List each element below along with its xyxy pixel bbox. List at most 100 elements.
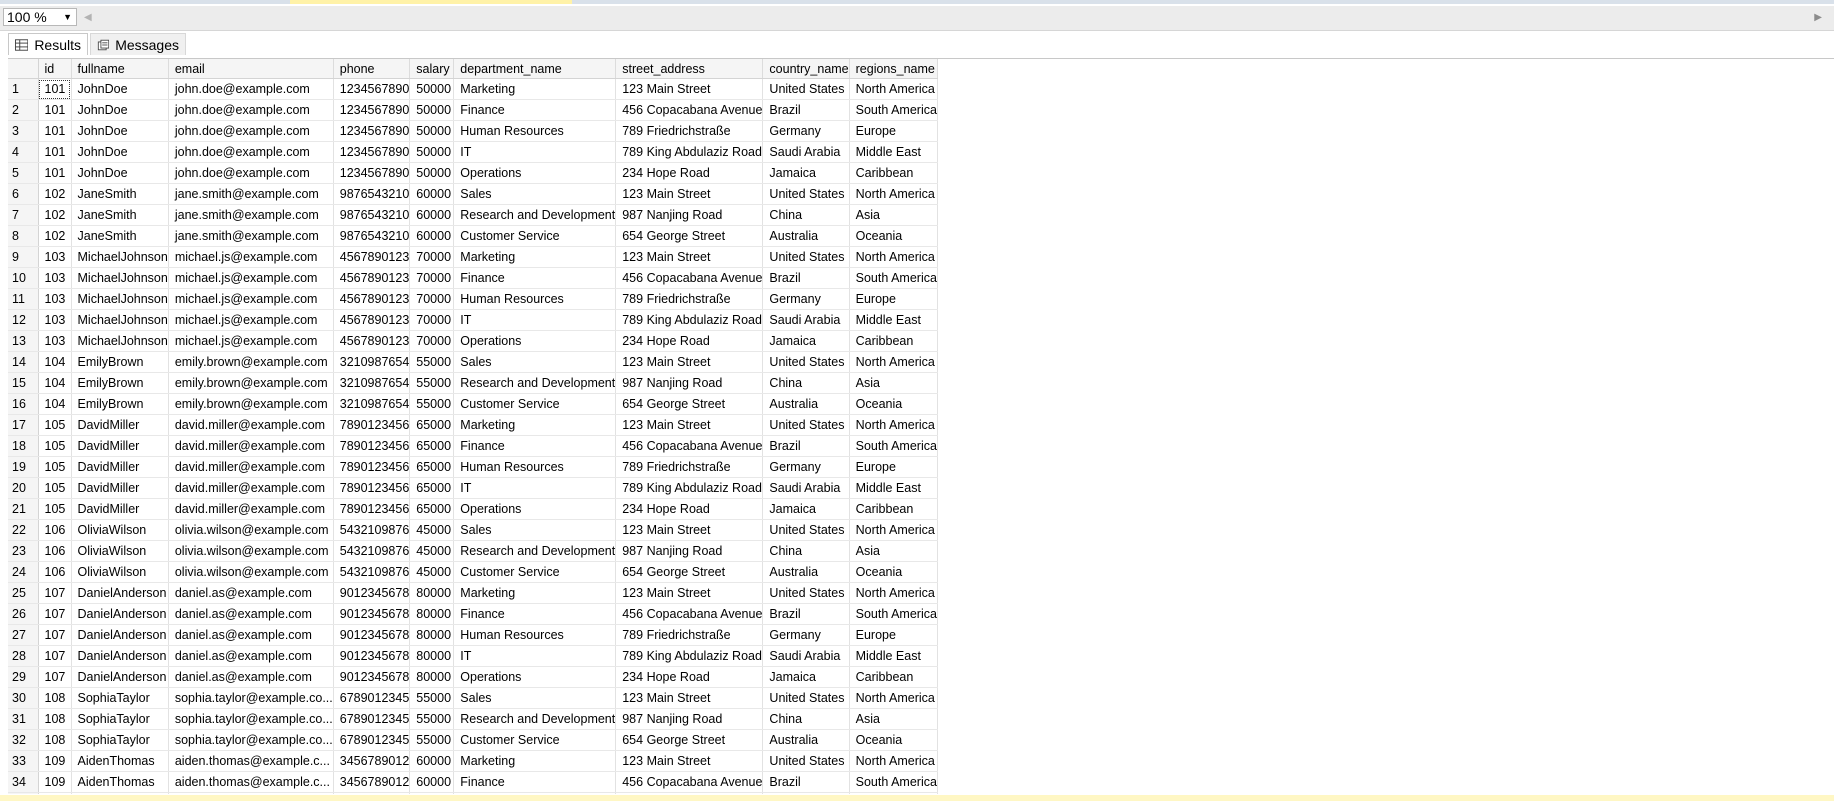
row-number[interactable]: 30 [8,687,39,709]
cell-department-name[interactable]: IT [453,141,617,163]
cell-department-name[interactable]: Research and Development [453,372,617,394]
cell-fullname[interactable]: DanielAnderson [71,624,169,646]
scroll-right-icon[interactable]: ▶ [1814,12,1822,23]
cell-regions-name[interactable]: Oceania [849,561,938,583]
cell-regions-name[interactable]: Europe [849,288,938,310]
zoom-dropdown[interactable]: 100 % ▼ [3,8,77,26]
row-number[interactable]: 20 [8,477,39,499]
cell-regions-name[interactable]: North America [849,414,938,436]
cell-salary[interactable]: 50000 [409,99,455,121]
row-number[interactable]: 22 [8,519,39,541]
cell-regions-name[interactable]: North America [849,183,938,205]
table-row[interactable]: 12 103 MichaelJohnson michael.js@example.co… [8,309,938,331]
cell-department-name[interactable]: Finance [453,771,617,793]
cell-country-name[interactable]: Saudi Arabia [762,477,850,499]
cell-street-address[interactable]: 987 Nanjing Road [615,372,764,394]
cell-department-name[interactable]: Marketing [453,414,617,436]
cell-salary[interactable]: 60000 [409,771,455,793]
cell-regions-name[interactable]: South America [849,267,938,289]
cell-salary[interactable]: 60000 [409,792,455,794]
cell-street-address[interactable]: 789 King Abdulaziz Road [615,645,764,667]
cell-country-name[interactable]: Brazil [762,603,850,625]
cell-id[interactable]: 105 [38,456,72,478]
cell-fullname[interactable]: JohnDoe [71,162,169,184]
row-number[interactable]: 33 [8,750,39,772]
column-header-country-name[interactable]: country_name [762,59,850,79]
cell-country-name[interactable]: Saudi Arabia [762,309,850,331]
cell-salary[interactable]: 45000 [409,519,455,541]
cell-regions-name[interactable]: Middle East [849,477,938,499]
cell-id[interactable]: 101 [38,162,72,184]
table-row[interactable]: 6 102 JaneSmith jane.smith@example.com 98765… [8,183,938,205]
cell-street-address[interactable]: 987 Nanjing Road [615,708,764,730]
cell-department-name[interactable]: Sales [453,351,617,373]
cell-street-address[interactable]: 654 George Street [615,393,764,415]
cell-phone[interactable]: 3210987654 [333,393,411,415]
cell-country-name[interactable]: Brazil [762,435,850,457]
cell-regions-name[interactable]: Middle East [849,141,938,163]
cell-street-address[interactable]: 123 Main Street [615,519,764,541]
cell-phone[interactable]: 9876543210 [333,183,411,205]
cell-street-address[interactable]: 123 Main Street [615,78,764,100]
cell-salary[interactable]: 80000 [409,624,455,646]
cell-fullname[interactable]: SophiaTaylor [71,687,169,709]
cell-email[interactable]: daniel.as@example.com [168,603,334,625]
cell-email[interactable]: michael.js@example.com [168,267,334,289]
cell-salary[interactable]: 70000 [409,246,455,268]
cell-salary[interactable]: 65000 [409,477,455,499]
cell-country-name[interactable]: Australia [762,225,850,247]
cell-email[interactable]: sophia.taylor@example.co... [168,729,334,751]
cell-street-address[interactable]: 789 Friedrichstraße [615,624,764,646]
row-number[interactable]: 13 [8,330,39,352]
cell-department-name[interactable]: Human Resources [453,792,617,794]
scroll-left-icon[interactable]: ◀ [84,12,92,23]
row-number[interactable]: 35 [8,792,39,794]
cell-email[interactable]: david.miller@example.com [168,435,334,457]
row-number[interactable]: 17 [8,414,39,436]
cell-phone[interactable]: 7890123456 [333,435,411,457]
table-row[interactable]: 35109AidenThomasaiden.thomas@example.c..… [8,792,938,794]
cell-department-name[interactable]: Finance [453,267,617,289]
cell-id[interactable]: 101 [38,141,72,163]
cell-street-address[interactable]: 234 Hope Road [615,666,764,688]
cell-email[interactable]: david.miller@example.com [168,498,334,520]
cell-salary[interactable]: 60000 [409,204,455,226]
table-row[interactable]: 4 101 JohnDoe john.doe@example.com 123456789… [8,141,938,163]
cell-salary[interactable]: 55000 [409,393,455,415]
table-row[interactable]: 27 107 DanielAnderson daniel.as@example.com… [8,624,938,646]
cell-fullname[interactable]: SophiaTaylor [71,708,169,730]
cell-country-name[interactable]: United States [762,750,850,772]
column-header-phone[interactable]: phone [333,59,411,79]
cell-street-address[interactable]: 987 Nanjing Road [615,204,764,226]
cell-country-name[interactable]: United States [762,183,850,205]
cell-fullname[interactable]: DavidMiller [71,498,169,520]
cell-fullname[interactable]: JohnDoe [71,141,169,163]
cell-regions-name[interactable]: North America [849,78,938,100]
cell-phone[interactable]: 9012345678 [333,666,411,688]
cell-regions-name[interactable]: Middle East [849,309,938,331]
cell-id[interactable]: 108 [38,708,72,730]
cell-regions-name[interactable]: Asia [849,708,938,730]
cell-regions-name[interactable]: Europe [849,456,938,478]
cell-country-name[interactable]: Australia [762,561,850,583]
row-number[interactable]: 24 [8,561,39,583]
cell-department-name[interactable]: Finance [453,603,617,625]
cell-id[interactable]: 101 [38,120,72,142]
table-row[interactable]: 11 103 MichaelJohnson michael.js@example.co… [8,288,938,310]
table-row[interactable]: 19 105 DavidMiller david.miller@example.com… [8,456,938,478]
cell-phone[interactable]: 3456789012 [333,771,411,793]
cell-email[interactable]: jane.smith@example.com [168,183,334,205]
row-number[interactable]: 18 [8,435,39,457]
cell-fullname[interactable]: JaneSmith [71,183,169,205]
cell-email[interactable]: olivia.wilson@example.com [168,540,334,562]
cell-email[interactable]: aiden.thomas@example.c... [168,771,334,793]
cell-email[interactable]: michael.js@example.com [168,246,334,268]
row-number[interactable]: 9 [8,246,39,268]
cell-regions-name[interactable]: South America [849,603,938,625]
cell-department-name[interactable]: Sales [453,519,617,541]
cell-country-name[interactable]: China [762,708,850,730]
cell-id[interactable]: 102 [38,225,72,247]
cell-phone[interactable]: 9012345678 [333,645,411,667]
cell-regions-name[interactable]: North America [849,519,938,541]
cell-street-address[interactable]: 123 Main Street [615,246,764,268]
